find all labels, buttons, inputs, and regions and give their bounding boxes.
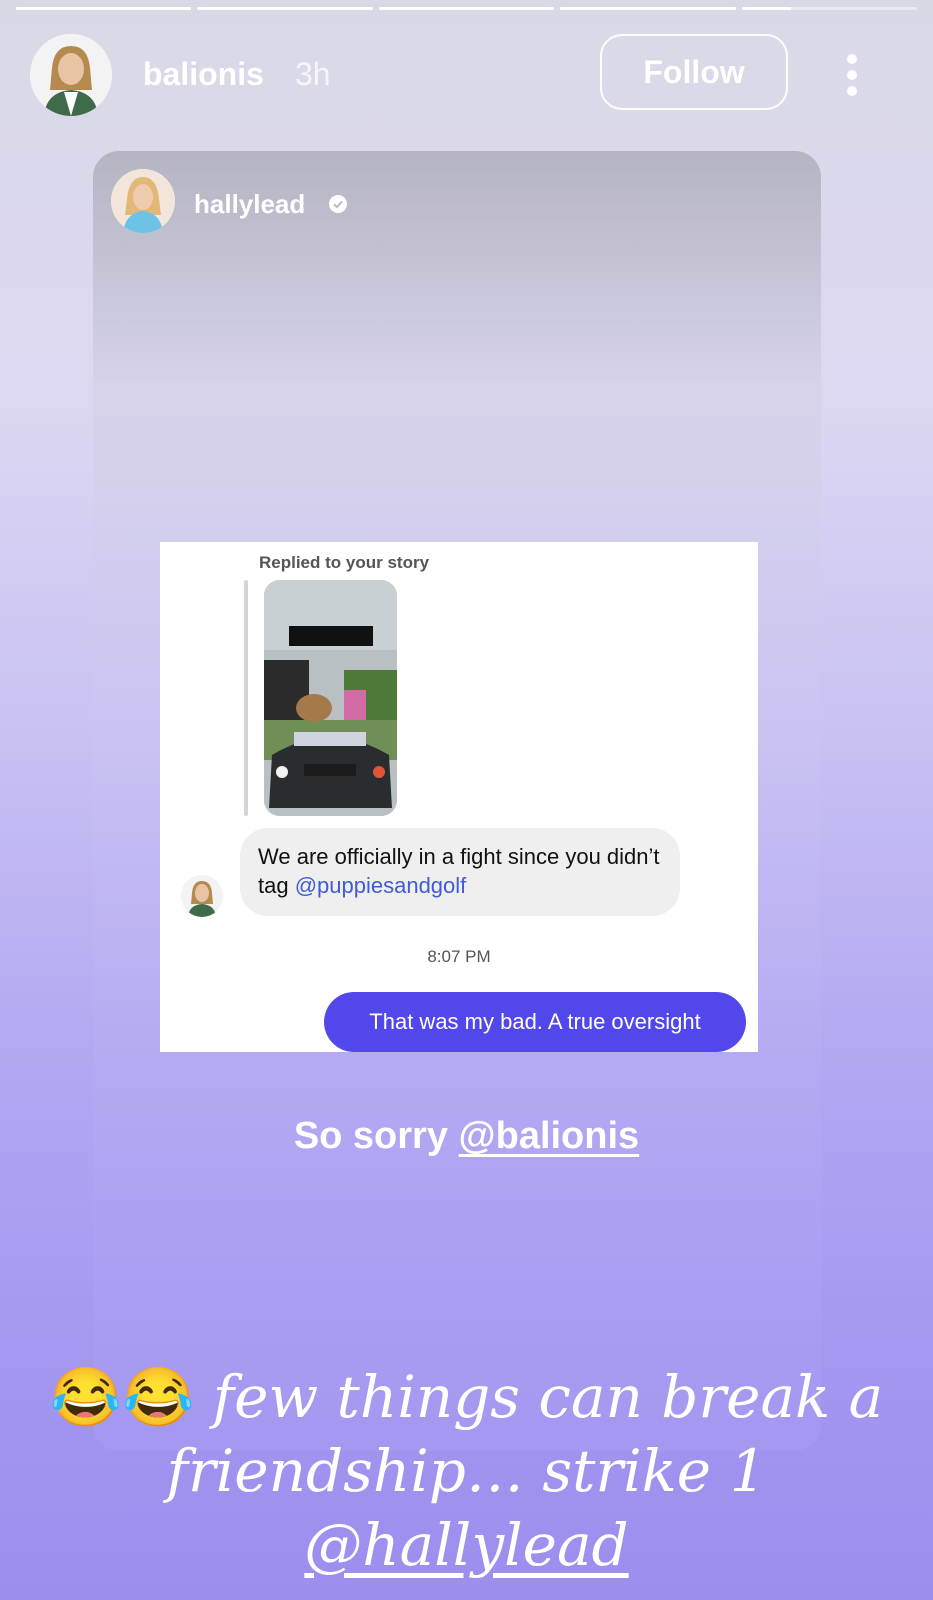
mention-link[interactable]: @hallylead — [304, 1511, 628, 1579]
avatar[interactable] — [111, 169, 175, 233]
golf-cart-dog-image-icon — [264, 580, 397, 816]
incoming-message: We are officially in a fight since you d… — [240, 828, 680, 916]
progress-segment-active — [741, 7, 918, 10]
story-progress-bar — [16, 7, 918, 10]
message-timestamp: 8:07 PM — [427, 947, 491, 966]
quote-bar — [244, 580, 248, 816]
story-caption: 😂😂 few things can break a friendship… st… — [20, 1360, 913, 1582]
avatar[interactable] — [30, 34, 112, 116]
more-vertical-icon[interactable] — [842, 54, 862, 96]
sticker-text: So sorry — [293, 1115, 459, 1157]
story-header: balionis 3h Follow — [30, 34, 903, 116]
progress-segment — [378, 7, 555, 10]
replied-label: Replied to your story — [259, 553, 430, 572]
dm-screenshot: Replied to your story We are officially … — [160, 542, 758, 1052]
avatar — [181, 875, 223, 917]
progress-segment — [197, 7, 373, 10]
progress-segment — [16, 7, 192, 10]
mention-sticker: So sorry @balionis — [0, 1115, 933, 1158]
outgoing-message: That was my bad. A true oversight — [324, 992, 746, 1052]
profile-photo-icon — [111, 169, 175, 233]
profile-photo-icon — [30, 34, 112, 116]
username[interactable]: balionis — [143, 56, 264, 93]
progress-segment — [560, 7, 736, 10]
emoji: 😂😂 — [49, 1363, 195, 1431]
post-time: 3h — [295, 56, 331, 92]
verified-badge-icon — [329, 195, 347, 213]
story-thumbnail[interactable] — [264, 580, 397, 816]
caption-text: few things can break a friendship… strik… — [166, 1363, 884, 1505]
reshared-username[interactable]: hallylead — [194, 189, 305, 220]
mention-link: @puppiesandgolf — [294, 873, 467, 898]
mention-link[interactable]: @balionis — [459, 1115, 640, 1157]
follow-button[interactable]: Follow — [600, 34, 788, 110]
profile-photo-icon — [181, 875, 223, 917]
